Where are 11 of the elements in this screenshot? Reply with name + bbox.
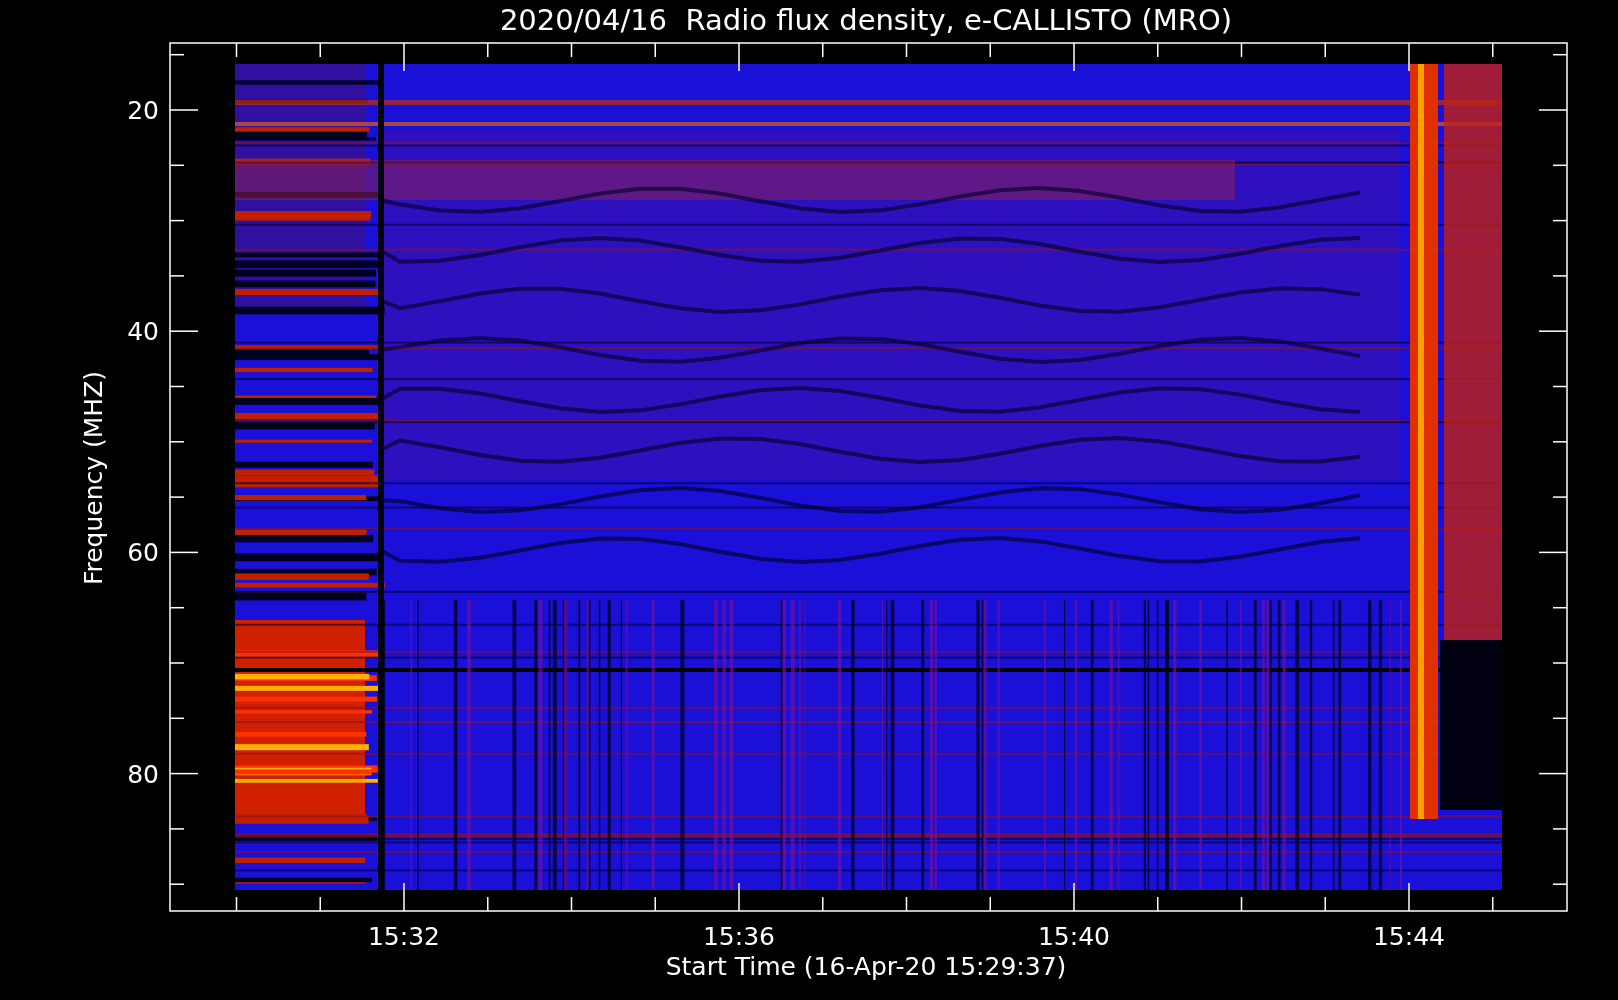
chart-title: 2020/04/16 Radio flux density, e-CALLISTO (MRO) bbox=[499, 3, 1233, 37]
tick-label: 80 bbox=[127, 759, 159, 789]
tick-label: 15:32 bbox=[368, 922, 440, 951]
tick-label: 20 bbox=[127, 96, 159, 125]
tick-label: 40 bbox=[127, 317, 159, 347]
tick-label: 60 bbox=[127, 538, 159, 568]
tick-label: 15:36 bbox=[703, 922, 775, 951]
axis-label: Frequency (MHZ) bbox=[79, 370, 108, 586]
tick-label: 15:44 bbox=[1373, 922, 1445, 951]
axis-label: Start Time (16-Apr-20 15:29:37) bbox=[665, 952, 1067, 981]
tick-label: 15:40 bbox=[1038, 922, 1110, 951]
